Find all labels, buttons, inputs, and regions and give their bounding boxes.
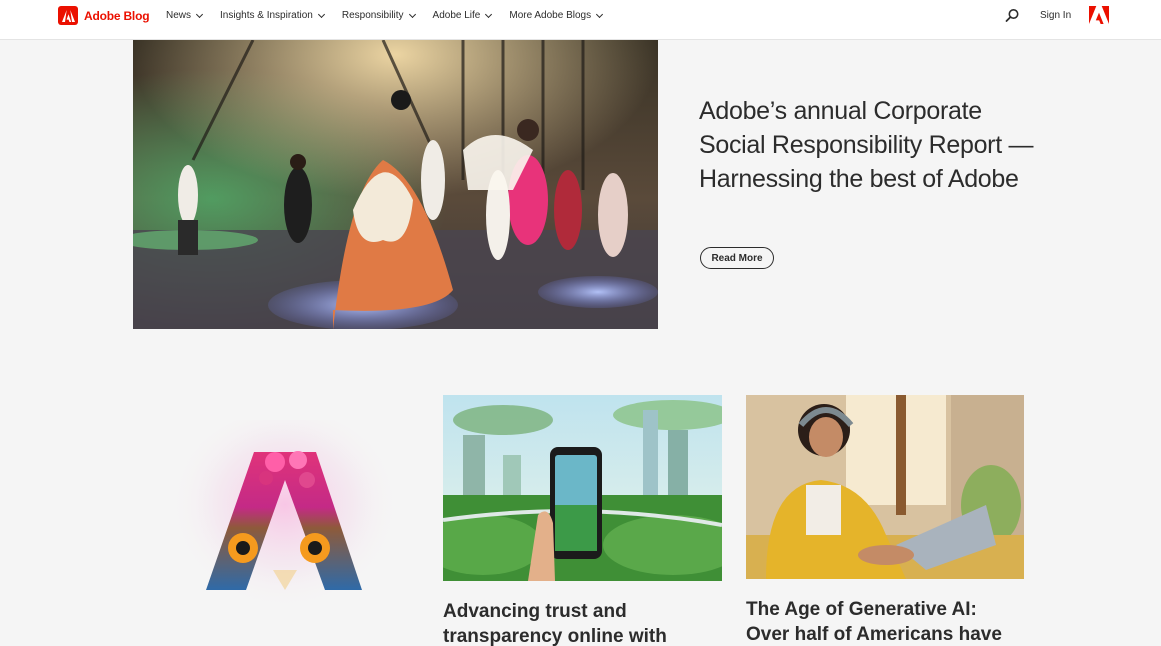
brand-name: Adobe Blog [84,8,150,23]
nav-item-insights[interactable]: Insights & Inspiration [220,10,325,21]
nav-item-responsibility[interactable]: Responsibility [341,10,416,21]
article-card[interactable]: Advancing trust and transparency online … [443,395,722,646]
nav-label: Responsibility [341,10,404,21]
read-more-button[interactable]: Read More [700,247,774,269]
nav-label: News [166,10,192,21]
card-title[interactable]: Advancing trust and transparency online … [443,599,722,646]
chevron-down-icon [596,10,604,18]
nav-item-news[interactable]: News [166,10,204,21]
search-icon[interactable] [1004,8,1020,24]
adobe-logo-icon [58,6,78,25]
article-card[interactable]: The Age of Generative AI: Over half of A… [746,395,1024,646]
hero-title[interactable]: Adobe’s annual Corporate Social Responsi… [699,94,1039,196]
nav-label: Insights & Inspiration [220,10,313,21]
card-title[interactable]: The Age of Generative AI: Over half of A… [746,597,1024,646]
chevron-down-icon [485,10,493,18]
adobe-logo-icon[interactable] [1089,6,1109,24]
main-nav: News Insights & Inspiration Responsibili… [166,10,604,21]
chevron-down-icon [195,10,204,18]
chevron-down-icon [408,10,416,18]
card-image[interactable] [443,395,722,581]
hero-image[interactable] [133,40,658,329]
adobe-a-artwork [170,410,400,620]
nav-label: More Adobe Blogs [509,10,592,21]
sign-in-link[interactable]: Sign In [1040,10,1071,21]
nav-item-more-blogs[interactable]: More Adobe Blogs [509,10,604,21]
nav-label: Adobe Life [432,10,481,21]
nav-item-adobe-life[interactable]: Adobe Life [432,10,493,21]
brand-link[interactable]: Adobe Blog [58,6,150,25]
global-header: Adobe Blog News Insights & Inspiration R… [0,0,1161,40]
chevron-down-icon [317,10,325,18]
card-image[interactable] [746,395,1024,579]
